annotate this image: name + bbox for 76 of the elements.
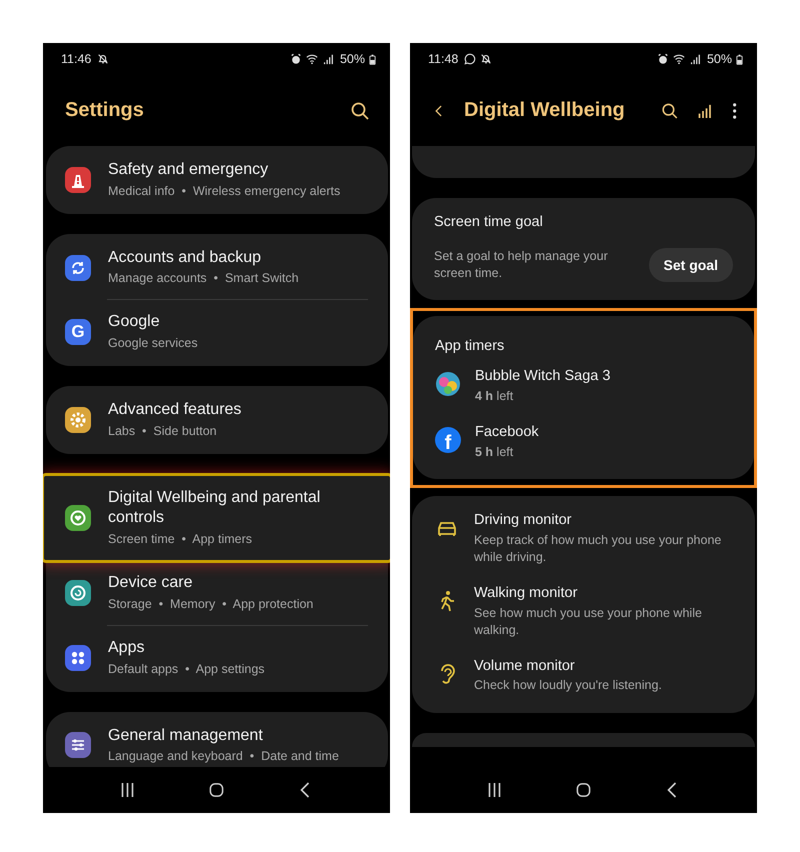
item-subtitle: See how much you use your phone while walking.: [474, 604, 703, 639]
item-title: Driving monitor: [474, 511, 572, 530]
wifi-icon: [672, 53, 685, 65]
item-title: Digital Wellbeing and parental controls: [108, 488, 322, 528]
list-item[interactable]: General management Language and keyboard • Date and time: [46, 714, 388, 767]
item-title: Walking monitor: [474, 584, 578, 603]
item-subtitle: Medical info • Wireless emergency alerts: [108, 182, 340, 200]
facebook-icon: f: [435, 426, 461, 453]
sync-icon: [65, 254, 91, 280]
goal-description: Set a goal to help manage your screen time.: [434, 248, 609, 282]
list-item[interactable]: G Google Google services: [46, 300, 388, 364]
item-subtitle: 5 h left: [475, 444, 514, 460]
recent-apps-icon[interactable]: [120, 782, 135, 798]
alarm-icon: [290, 53, 302, 65]
set-goal-button[interactable]: Set goal: [648, 248, 733, 282]
card-title: App timers: [434, 337, 506, 356]
battery-icon: [736, 54, 743, 64]
muted-bell-icon: [480, 53, 492, 65]
item-subtitle: Default apps • App settings: [108, 660, 265, 678]
list-item[interactable]: Digital Wellbeing and parental controls Screen time • App timers: [44, 476, 390, 560]
card-title: Screen time goal: [434, 214, 544, 230]
more-options-icon[interactable]: [732, 100, 738, 120]
list-item[interactable]: Apps Default apps • App settings: [46, 626, 388, 690]
status-time: 11:48: [428, 52, 458, 66]
page-title: Digital Wellbeing: [464, 99, 625, 122]
item-title: Volume monitor: [474, 656, 576, 676]
item-title: Accounts and backup: [108, 248, 262, 268]
list-item[interactable]: f Facebook 5 h left: [413, 414, 754, 470]
list-item[interactable]: Safety and emergency Medical info • Wireless emergency alerts: [46, 148, 388, 212]
item-subtitle: Keep track of how much you use your phone while driving.: [474, 532, 722, 566]
list-item[interactable]: Device care Storage • Memory • App protection: [46, 561, 388, 625]
apps-grid-icon: [65, 644, 91, 671]
item-title: Safety and emergency: [108, 160, 270, 180]
signal-icon: [322, 53, 334, 65]
muted-bell-icon: [97, 53, 110, 65]
wifi-icon: [306, 53, 318, 65]
home-icon[interactable]: [209, 782, 224, 798]
list-item[interactable]: Advanced features Labs • Side button: [46, 388, 388, 452]
chat-bubble-icon: [464, 53, 476, 65]
list-item[interactable]: Accounts and backup Manage accounts • Smart Switch: [46, 236, 388, 300]
item-subtitle: 4 h left: [475, 388, 514, 405]
alarm-icon: [656, 53, 669, 65]
item-subtitle: Check how loudly you're listening.: [474, 677, 662, 694]
item-subtitle: Storage • Memory • App protection: [108, 596, 314, 613]
recent-apps-icon[interactable]: [487, 782, 502, 798]
list-item[interactable]: Walking monitor See how much you use your phone while walking.: [412, 575, 755, 648]
list-item[interactable]: Bubble Witch Saga 3 4 h left: [413, 358, 754, 414]
item-title: Facebook: [475, 422, 539, 442]
warning-icon: [65, 166, 91, 193]
search-icon[interactable]: [350, 100, 370, 120]
item-title: Apps: [108, 638, 146, 658]
sliders-icon: [65, 732, 91, 758]
item-subtitle: Language and keyboard • Date and time: [108, 748, 339, 766]
item-title: General management: [108, 726, 264, 746]
page-title: Settings: [65, 99, 144, 122]
status-time: 11:46: [61, 52, 92, 66]
item-subtitle: Google services: [108, 335, 198, 352]
list-item[interactable]: Volume monitor Check how loudly you're listening.: [412, 648, 755, 704]
signal-icon: [688, 53, 701, 65]
refresh-ring-icon: [65, 580, 91, 606]
home-icon[interactable]: [576, 782, 591, 798]
item-subtitle: Screen time • App timers: [108, 531, 254, 548]
game-app-icon: [435, 371, 461, 397]
item-title: Google: [108, 312, 161, 332]
battery-level: 50%: [340, 52, 365, 66]
battery-level: 50%: [706, 52, 732, 66]
battery-icon: [369, 54, 376, 64]
heart-ring-icon: [65, 504, 91, 531]
item-title: Bubble Witch Saga 3: [475, 367, 610, 386]
search-icon[interactable]: [660, 100, 678, 120]
letter-icon: G: [65, 319, 91, 346]
item-subtitle: Manage accounts • Smart Switch: [108, 270, 299, 288]
item-subtitle: Labs • Side button: [108, 422, 218, 440]
list-item[interactable]: Driving monitor Keep track of how much you use your phone while driving.: [412, 502, 755, 576]
item-title: Advanced features: [108, 400, 242, 420]
item-title: Device care: [108, 573, 194, 594]
